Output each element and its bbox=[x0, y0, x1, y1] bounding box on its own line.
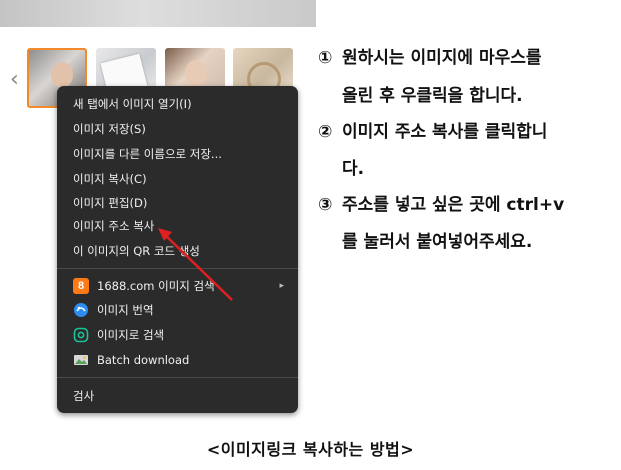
instruction-line-3: ② 이미지 주소 복사를 클릭합니 bbox=[318, 122, 548, 142]
instruction-line-2: 올린 후 우클릭을 합니다. bbox=[342, 86, 523, 106]
instruction-line-5: ③ 주소를 넣고 싶은 곳에 ctrl+v bbox=[318, 195, 565, 215]
batch-download-icon bbox=[73, 352, 89, 368]
translate-icon bbox=[73, 302, 89, 318]
caption: <이미지링크 복사하는 방법> bbox=[206, 440, 415, 459]
menu-item-translate-image[interactable]: 이미지 번역 bbox=[97, 300, 154, 320]
menu-item-1688-search[interactable]: 1688.com 이미지 검색 bbox=[97, 276, 215, 296]
menu-item-open-image-new-tab[interactable]: 새 탭에서 이미지 열기(I) bbox=[73, 94, 192, 114]
gallery-prev-arrow[interactable]: ‹ bbox=[10, 68, 22, 92]
menu-item-search-by-image[interactable]: 이미지로 검색 bbox=[97, 325, 164, 345]
menu-item-copy-image-address[interactable]: 이미지 주소 복사 bbox=[73, 216, 154, 236]
menu-separator bbox=[57, 268, 298, 269]
menu-item-save-image[interactable]: 이미지 저장(S) bbox=[73, 119, 146, 139]
submenu-arrow-icon: ▸ bbox=[279, 281, 284, 291]
menu-item-copy-image[interactable]: 이미지 복사(C) bbox=[73, 169, 147, 189]
instruction-line-4: 다. bbox=[342, 159, 365, 179]
lens-icon bbox=[73, 327, 89, 343]
menu-separator bbox=[57, 377, 298, 378]
menu-item-qr-code[interactable]: 이 이미지의 QR 코드 생성 bbox=[73, 241, 200, 261]
context-menu: 새 탭에서 이미지 열기(I) 이미지 저장(S) 이미지를 다른 이름으로 저… bbox=[57, 86, 298, 413]
instruction-line-6: 를 눌러서 붙여넣어주세요. bbox=[342, 232, 533, 252]
menu-item-edit-image[interactable]: 이미지 편집(D) bbox=[73, 193, 147, 213]
menu-item-inspect[interactable]: 검사 bbox=[73, 386, 94, 406]
menu-item-batch-download[interactable]: Batch download bbox=[97, 350, 189, 370]
image-banner bbox=[0, 0, 316, 27]
1688-icon: 8 bbox=[73, 278, 89, 294]
menu-item-save-image-as[interactable]: 이미지를 다른 이름으로 저장... bbox=[73, 144, 222, 164]
instruction-line-1: ① 원하시는 이미지에 마우스를 bbox=[318, 48, 542, 68]
